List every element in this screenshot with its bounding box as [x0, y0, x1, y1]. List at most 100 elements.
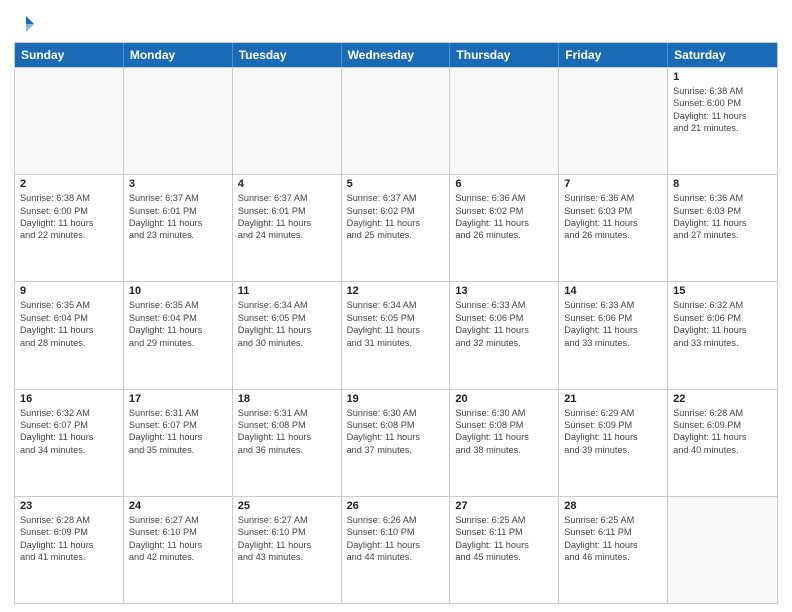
day-number: 2: [20, 178, 118, 190]
calendar-cell: [559, 68, 668, 174]
day-number: 23: [20, 500, 118, 512]
day-info: Sunrise: 6:34 AM Sunset: 6:05 PM Dayligh…: [347, 299, 445, 349]
day-number: 7: [564, 178, 662, 190]
day-number: 28: [564, 500, 662, 512]
day-number: 8: [673, 178, 772, 190]
day-number: 9: [20, 285, 118, 297]
day-info: Sunrise: 6:28 AM Sunset: 6:09 PM Dayligh…: [20, 514, 118, 564]
calendar-cell: 20 Sunrise: 6:30 AM Sunset: 6:08 PM Dayli…: [450, 390, 559, 496]
logo: [14, 14, 36, 36]
header-cell-monday: Monday: [124, 43, 233, 67]
day-info: Sunrise: 6:26 AM Sunset: 6:10 PM Dayligh…: [347, 514, 445, 564]
calendar-cell: [450, 68, 559, 174]
day-info: Sunrise: 6:36 AM Sunset: 6:03 PM Dayligh…: [564, 192, 662, 242]
calendar-cell: 4 Sunrise: 6:37 AM Sunset: 6:01 PM Daylig…: [233, 175, 342, 281]
calendar-cell: 24 Sunrise: 6:27 AM Sunset: 6:10 PM Dayli…: [124, 497, 233, 603]
calendar-row-5: 23 Sunrise: 6:28 AM Sunset: 6:09 PM Dayli…: [15, 496, 777, 603]
day-info: Sunrise: 6:34 AM Sunset: 6:05 PM Dayligh…: [238, 299, 336, 349]
day-number: 11: [238, 285, 336, 297]
day-number: 19: [347, 393, 445, 405]
calendar-cell: [15, 68, 124, 174]
calendar-cell: 23 Sunrise: 6:28 AM Sunset: 6:09 PM Dayli…: [15, 497, 124, 603]
day-number: 26: [347, 500, 445, 512]
calendar-cell: [124, 68, 233, 174]
calendar-cell: 18 Sunrise: 6:31 AM Sunset: 6:08 PM Dayli…: [233, 390, 342, 496]
day-info: Sunrise: 6:31 AM Sunset: 6:08 PM Dayligh…: [238, 407, 336, 457]
day-number: 12: [347, 285, 445, 297]
calendar-cell: 1 Sunrise: 6:38 AM Sunset: 6:00 PM Daylig…: [668, 68, 777, 174]
day-info: Sunrise: 6:25 AM Sunset: 6:11 PM Dayligh…: [455, 514, 553, 564]
calendar-page: SundayMondayTuesdayWednesdayThursdayFrid…: [0, 0, 792, 612]
day-number: 1: [673, 71, 772, 83]
day-number: 22: [673, 393, 772, 405]
calendar-cell: 16 Sunrise: 6:32 AM Sunset: 6:07 PM Dayli…: [15, 390, 124, 496]
day-number: 5: [347, 178, 445, 190]
day-info: Sunrise: 6:37 AM Sunset: 6:01 PM Dayligh…: [238, 192, 336, 242]
day-number: 16: [20, 393, 118, 405]
calendar-cell: 6 Sunrise: 6:36 AM Sunset: 6:02 PM Daylig…: [450, 175, 559, 281]
calendar-header: SundayMondayTuesdayWednesdayThursdayFrid…: [15, 43, 777, 67]
calendar-cell: 5 Sunrise: 6:37 AM Sunset: 6:02 PM Daylig…: [342, 175, 451, 281]
calendar-cell: 10Sunrise: 6:35 AM Sunset: 6:04 PM Dayli…: [124, 282, 233, 388]
day-info: Sunrise: 6:25 AM Sunset: 6:11 PM Dayligh…: [564, 514, 662, 564]
calendar-cell: 26 Sunrise: 6:26 AM Sunset: 6:10 PM Dayli…: [342, 497, 451, 603]
header-cell-sunday: Sunday: [15, 43, 124, 67]
day-number: 15: [673, 285, 772, 297]
calendar-cell: 21 Sunrise: 6:29 AM Sunset: 6:09 PM Dayli…: [559, 390, 668, 496]
day-number: 24: [129, 500, 227, 512]
day-info: Sunrise: 6:31 AM Sunset: 6:07 PM Dayligh…: [129, 407, 227, 457]
calendar-cell: 13 Sunrise: 6:33 AM Sunset: 6:06 PM Dayli…: [450, 282, 559, 388]
calendar-cell: 15 Sunrise: 6:32 AM Sunset: 6:06 PM Dayli…: [668, 282, 777, 388]
day-number: 3: [129, 178, 227, 190]
day-number: 20: [455, 393, 553, 405]
calendar-cell: 17 Sunrise: 6:31 AM Sunset: 6:07 PM Dayli…: [124, 390, 233, 496]
day-info: Sunrise: 6:37 AM Sunset: 6:02 PM Dayligh…: [347, 192, 445, 242]
day-info: Sunrise: 6:30 AM Sunset: 6:08 PM Dayligh…: [347, 407, 445, 457]
calendar-row-1: 1 Sunrise: 6:38 AM Sunset: 6:00 PM Daylig…: [15, 67, 777, 174]
calendar-cell: 12 Sunrise: 6:34 AM Sunset: 6:05 PM Dayli…: [342, 282, 451, 388]
calendar-row-2: 2 Sunrise: 6:38 AM Sunset: 6:00 PM Daylig…: [15, 174, 777, 281]
day-number: 17: [129, 393, 227, 405]
day-info: Sunrise: 6:36 AM Sunset: 6:02 PM Dayligh…: [455, 192, 553, 242]
day-info: Sunrise: 6:28 AM Sunset: 6:09 PM Dayligh…: [673, 407, 772, 457]
day-info: Sunrise: 6:38 AM Sunset: 6:00 PM Dayligh…: [673, 85, 772, 135]
page-header: [14, 10, 778, 36]
day-info: Sunrise: 6:33 AM Sunset: 6:06 PM Dayligh…: [564, 299, 662, 349]
calendar-cell: [233, 68, 342, 174]
day-info: Sunrise: 6:38 AM Sunset: 6:00 PM Dayligh…: [20, 192, 118, 242]
calendar-cell: 22 Sunrise: 6:28 AM Sunset: 6:09 PM Dayli…: [668, 390, 777, 496]
calendar-cell: 7 Sunrise: 6:36 AM Sunset: 6:03 PM Daylig…: [559, 175, 668, 281]
header-cell-thursday: Thursday: [450, 43, 559, 67]
day-number: 18: [238, 393, 336, 405]
day-number: 14: [564, 285, 662, 297]
calendar-cell: 19 Sunrise: 6:30 AM Sunset: 6:08 PM Dayli…: [342, 390, 451, 496]
header-cell-saturday: Saturday: [668, 43, 777, 67]
day-info: Sunrise: 6:29 AM Sunset: 6:09 PM Dayligh…: [564, 407, 662, 457]
calendar-cell: 25Sunrise: 6:27 AM Sunset: 6:10 PM Dayli…: [233, 497, 342, 603]
calendar-cell: [668, 497, 777, 603]
day-info: Sunrise: 6:30 AM Sunset: 6:08 PM Dayligh…: [455, 407, 553, 457]
calendar-cell: 14 Sunrise: 6:33 AM Sunset: 6:06 PM Dayli…: [559, 282, 668, 388]
day-info: Sunrise: 6:27 AM Sunset: 6:10 PM Dayligh…: [129, 514, 227, 564]
day-number: 13: [455, 285, 553, 297]
day-number: 21: [564, 393, 662, 405]
calendar-row-3: 9 Sunrise: 6:35 AM Sunset: 6:04 PM Daylig…: [15, 281, 777, 388]
header-cell-friday: Friday: [559, 43, 668, 67]
calendar-row-4: 16 Sunrise: 6:32 AM Sunset: 6:07 PM Dayli…: [15, 389, 777, 496]
day-number: 27: [455, 500, 553, 512]
header-cell-wednesday: Wednesday: [342, 43, 451, 67]
day-info: Sunrise: 6:32 AM Sunset: 6:06 PM Dayligh…: [673, 299, 772, 349]
calendar-body: 1 Sunrise: 6:38 AM Sunset: 6:00 PM Daylig…: [15, 67, 777, 603]
calendar-cell: 9 Sunrise: 6:35 AM Sunset: 6:04 PM Daylig…: [15, 282, 124, 388]
day-number: 6: [455, 178, 553, 190]
day-info: Sunrise: 6:35 AM Sunset: 6:04 PM Dayligh…: [20, 299, 118, 349]
day-info: Sunrise: 6:32 AM Sunset: 6:07 PM Dayligh…: [20, 407, 118, 457]
calendar-cell: 28 Sunrise: 6:25 AM Sunset: 6:11 PM Dayli…: [559, 497, 668, 603]
calendar-grid: SundayMondayTuesdayWednesdayThursdayFrid…: [14, 42, 778, 604]
header-cell-tuesday: Tuesday: [233, 43, 342, 67]
day-info: Sunrise: 6:33 AM Sunset: 6:06 PM Dayligh…: [455, 299, 553, 349]
day-number: 4: [238, 178, 336, 190]
calendar-cell: 2 Sunrise: 6:38 AM Sunset: 6:00 PM Daylig…: [15, 175, 124, 281]
day-info: Sunrise: 6:35 AM Sunset: 6:04 PM Dayligh…: [129, 299, 227, 349]
calendar-cell: 8Sunrise: 6:36 AM Sunset: 6:03 PM Daylig…: [668, 175, 777, 281]
